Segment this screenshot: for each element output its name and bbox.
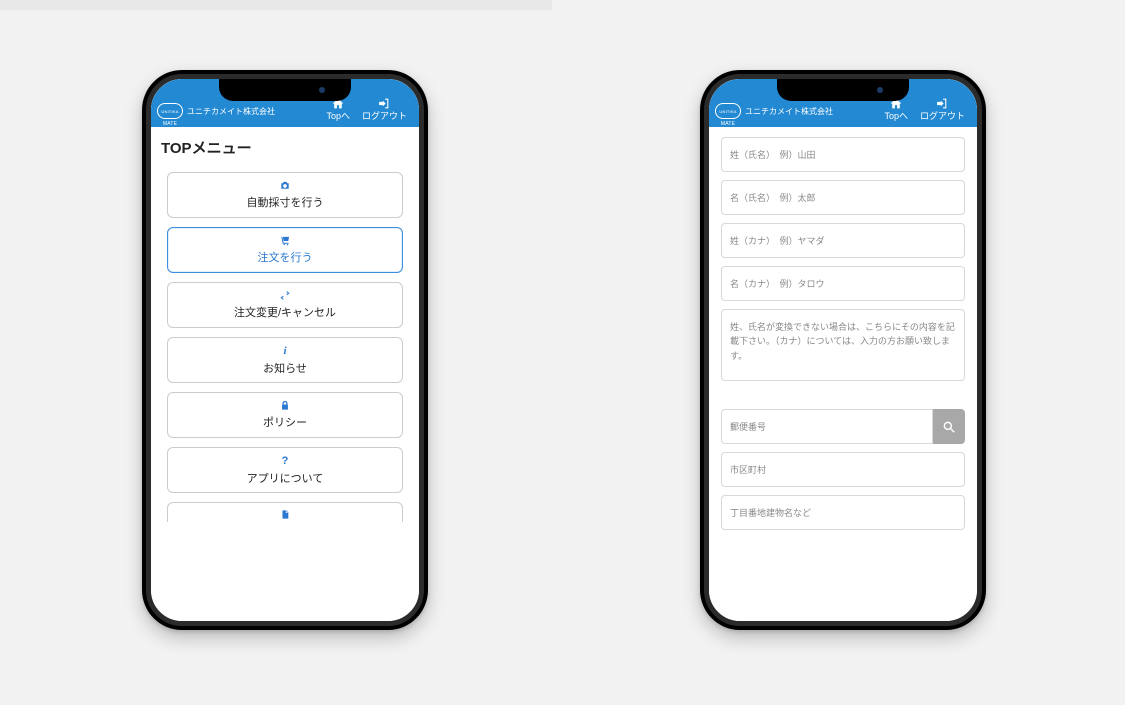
menu-item-change[interactable]: 注文変更/キャンセル: [167, 282, 403, 328]
question-icon: ?: [282, 455, 289, 467]
menu-item-label: アプリについて: [247, 470, 324, 486]
mei-field[interactable]: 名（氏名） 例）太郎: [721, 180, 965, 215]
brand-block: UNITIKA ユニチカメイト株式会社: [715, 103, 878, 125]
screen-right: UNITIKA ユニチカメイト株式会社 Topへ ログアウト 姓（氏名） 例）山…: [709, 79, 977, 621]
menu-item-label: 注文を行う: [258, 249, 313, 265]
top-label: Topへ: [884, 112, 908, 121]
swap-icon: [279, 290, 291, 301]
phone-notch: [777, 79, 909, 101]
info-icon: i: [283, 345, 286, 357]
logout-button[interactable]: ログアウト: [356, 97, 413, 125]
zip-search-button[interactable]: [933, 409, 965, 444]
top-button[interactable]: Topへ: [320, 97, 356, 125]
page-title: TOPメニュー: [151, 127, 419, 166]
menu-item-doc[interactable]: [167, 502, 403, 522]
phone-mock-right: UNITIKA ユニチカメイト株式会社 Topへ ログアウト 姓（氏名） 例）山…: [700, 70, 986, 630]
logout-icon: [935, 97, 949, 110]
menu-item-news[interactable]: i お知らせ: [167, 337, 403, 383]
logout-icon: [377, 97, 391, 110]
address-field[interactable]: 丁目番地建物名など: [721, 495, 965, 530]
stage: UNITIKA ユニチカメイト株式会社 Topへ ログアウト TOPメニュー: [0, 0, 1125, 705]
phone-mock-left: UNITIKA ユニチカメイト株式会社 Topへ ログアウト TOPメニュー: [142, 70, 428, 630]
phone-bezel: UNITIKA ユニチカメイト株式会社 Topへ ログアウト 姓（氏名） 例）山…: [704, 74, 982, 626]
logout-button[interactable]: ログアウト: [914, 97, 971, 125]
phone-notch: [219, 79, 351, 101]
note-field[interactable]: 姓、氏名が変換できない場合は、こちらにその内容を記載下さい。（カナ）については、…: [721, 309, 965, 381]
zip-row: 郵便番号: [721, 409, 965, 444]
form-list: 姓（氏名） 例）山田 名（氏名） 例）太郎 姓（カナ） 例）ヤマダ 名（カナ） …: [709, 127, 977, 548]
sei-kana-field[interactable]: 姓（カナ） 例）ヤマダ: [721, 223, 965, 258]
menu-item-about[interactable]: ? アプリについて: [167, 447, 403, 493]
menu-item-label: 自動採寸を行う: [247, 194, 324, 210]
menu-item-label: お知らせ: [263, 360, 307, 376]
mei-kana-field[interactable]: 名（カナ） 例）タロウ: [721, 266, 965, 301]
zip-field[interactable]: 郵便番号: [721, 409, 933, 444]
top-button[interactable]: Topへ: [878, 97, 914, 125]
lock-icon: [280, 400, 290, 411]
screen-left: UNITIKA ユニチカメイト株式会社 Topへ ログアウト TOPメニュー: [151, 79, 419, 621]
spacer: [721, 389, 965, 409]
brand-name: ユニチカメイト株式会社: [187, 106, 275, 117]
brand-logo: UNITIKA: [157, 103, 183, 119]
menu-list: 自動採寸を行う 注文を行う 注文変更/キャンセル: [151, 166, 419, 537]
brand-name: ユニチカメイト株式会社: [745, 106, 833, 117]
menu-item-policy[interactable]: ポリシー: [167, 392, 403, 438]
logout-label: ログアウト: [920, 112, 965, 121]
menu-item-label: ポリシー: [263, 414, 307, 430]
menu-item-label: 注文変更/キャンセル: [234, 304, 336, 320]
search-icon: [942, 420, 956, 434]
menu-item-order[interactable]: 注文を行う: [167, 227, 403, 273]
phone-bezel: UNITIKA ユニチカメイト株式会社 Topへ ログアウト TOPメニュー: [146, 74, 424, 626]
top-label: Topへ: [326, 112, 350, 121]
sei-field[interactable]: 姓（氏名） 例）山田: [721, 137, 965, 172]
brand-logo: UNITIKA: [715, 103, 741, 119]
content-right: 姓（氏名） 例）山田 名（氏名） 例）太郎 姓（カナ） 例）ヤマダ 名（カナ） …: [709, 127, 977, 621]
menu-item-measure[interactable]: 自動採寸を行う: [167, 172, 403, 218]
document-icon: [280, 509, 290, 520]
logout-label: ログアウト: [362, 112, 407, 121]
cart-icon: [279, 235, 291, 246]
city-field[interactable]: 市区町村: [721, 452, 965, 487]
camera-icon: [279, 180, 291, 191]
content-left: TOPメニュー 自動採寸を行う 注文を行う: [151, 127, 419, 621]
brand-block: UNITIKA ユニチカメイト株式会社: [157, 103, 320, 125]
